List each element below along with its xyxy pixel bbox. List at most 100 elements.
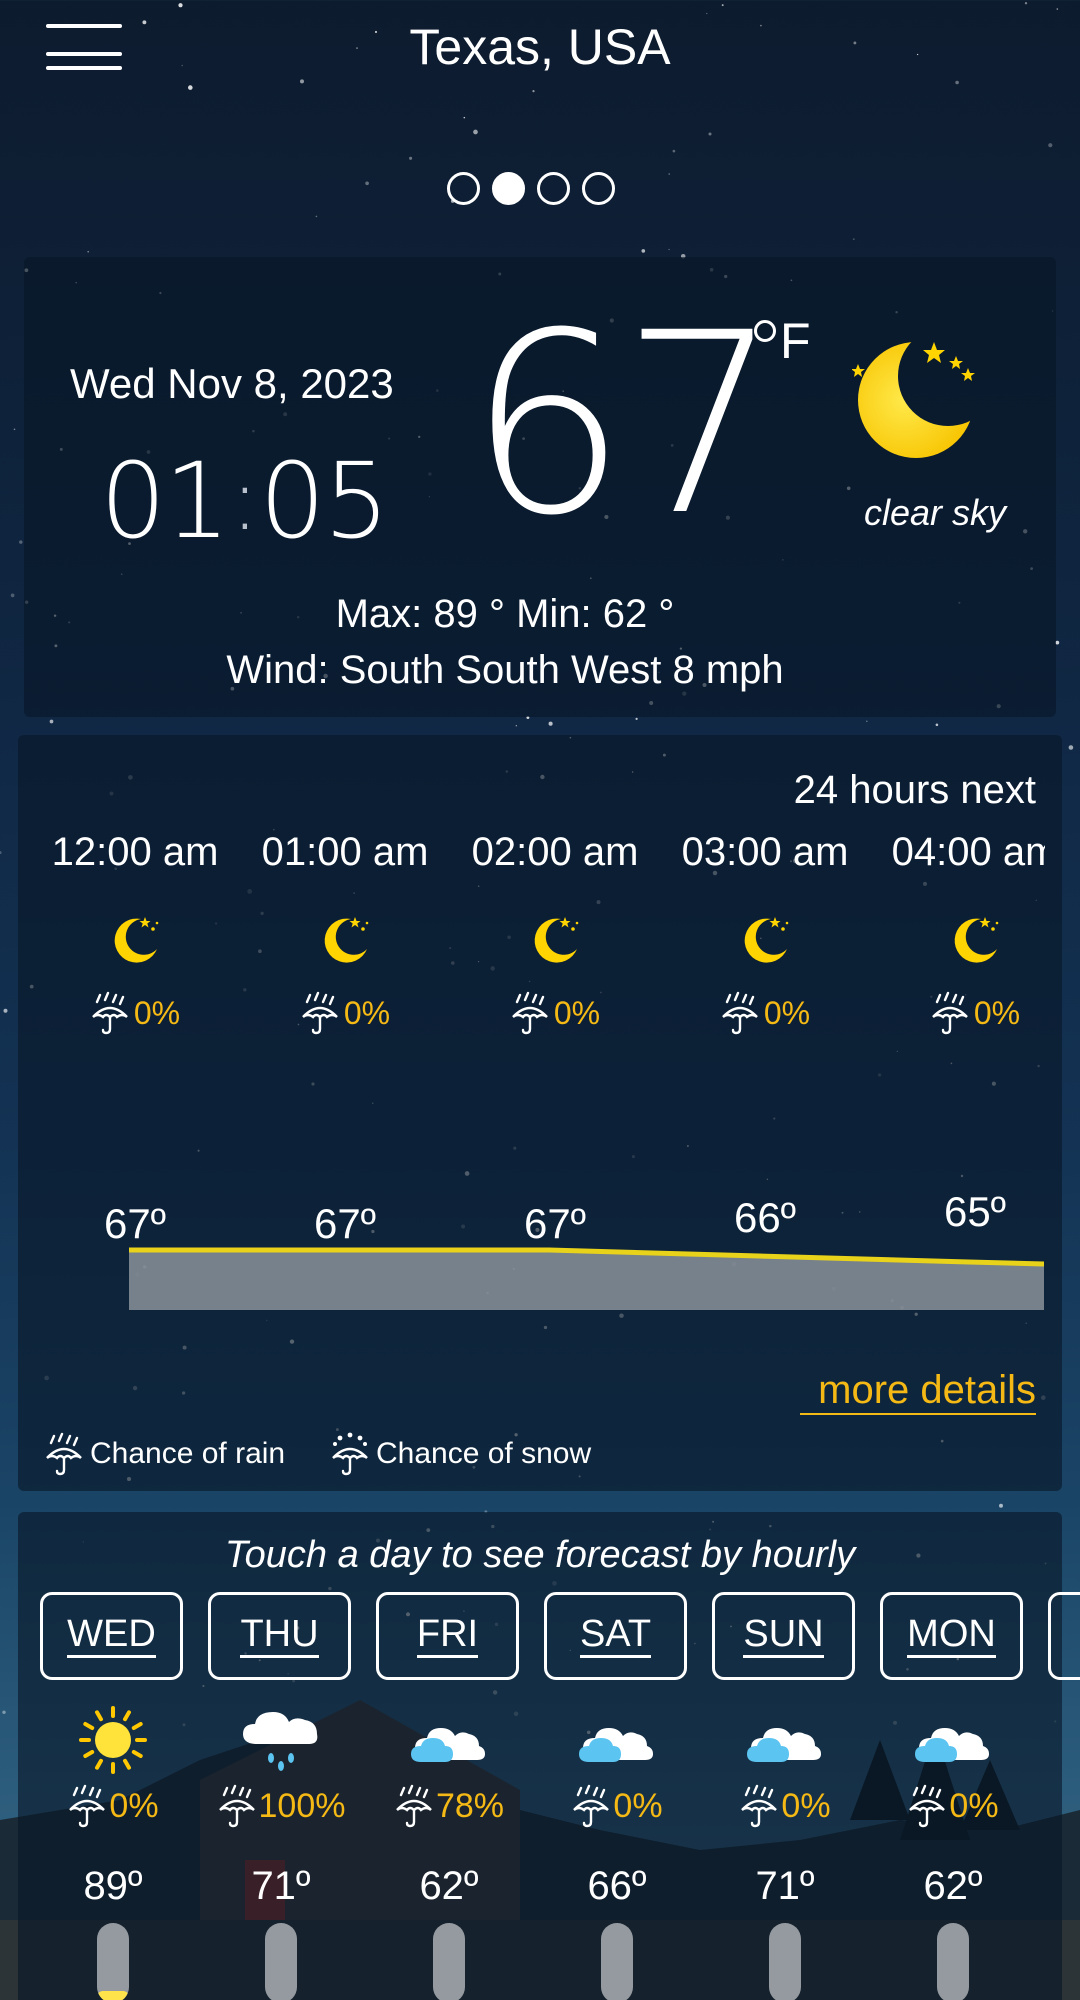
star (178, 3, 183, 8)
crescent-moon-stars-icon (852, 342, 975, 458)
day-item-sun[interactable]: SUN 0% 71º (712, 1592, 858, 2000)
rain-cloud-icon (243, 1712, 318, 1771)
star (1024, 2, 1028, 5)
day-button[interactable]: MON (880, 1592, 1023, 1680)
hourly-item[interactable]: 01:00 am 0% 67º (240, 830, 450, 1247)
hour-time: 04:00 am (891, 830, 1045, 874)
temperature-unit: F (780, 313, 811, 369)
hour-icon-wrap (315, 909, 375, 969)
day-item-thu[interactable]: THU 100% 71º (208, 1592, 354, 2000)
star (1068, 745, 1074, 750)
page-indicator (447, 172, 615, 206)
star (935, 723, 939, 727)
hour-rain-value: 0% (763, 994, 811, 1031)
page-dot-1[interactable] (447, 172, 480, 205)
day-rain-chance: 0% (40, 1784, 186, 1828)
cloud-icon (411, 1728, 485, 1762)
star (641, 249, 646, 253)
day-button[interactable]: THU (208, 1592, 351, 1680)
hourly-item[interactable]: 12:00 am 0% 67º (30, 830, 240, 1247)
star (668, 248, 670, 251)
menu-line (46, 24, 122, 28)
page-dot-3[interactable] (537, 172, 570, 205)
day-item-fri[interactable]: FRI 78% 62º (376, 1592, 522, 2000)
moon-icon (114, 917, 159, 963)
star (1056, 8, 1059, 10)
hourly-item[interactable]: 03:00 am 0% 66º (660, 830, 870, 1241)
daily-scroll[interactable]: WED 0% 89º THU 100% 71º FRI 78% 62º SAT … (40, 1592, 1080, 2000)
current-date: Wed Nov 8, 2023 (70, 360, 394, 407)
day-label: WED (67, 1613, 156, 1659)
star (672, 149, 676, 153)
umbrella-rain-icon (909, 1784, 946, 1828)
day-item-mon[interactable]: MON 0% 62º (880, 1592, 1026, 2000)
page-dot-2[interactable] (492, 172, 525, 205)
star (668, 173, 670, 175)
hourly-title: 24 hours next (793, 768, 1036, 812)
day-temperature: 62º (419, 1864, 479, 1908)
page-dot-4[interactable] (582, 172, 615, 205)
star (19, 540, 23, 544)
day-temperature: 71º (251, 1864, 311, 1908)
umbrella-rain-icon (218, 1784, 255, 1828)
day-button[interactable]: WED (40, 1592, 183, 1680)
hour-rain-chance: 0% (660, 991, 870, 1035)
cloud-icon (579, 1728, 653, 1762)
weather-condition: clear sky (863, 492, 1007, 533)
hourly-scroll[interactable]: 12:00 am 0% 67º 01:00 am 0% 67º 02:00 am (30, 830, 1045, 1250)
day-item-wed[interactable]: WED 0% 89º (40, 1592, 186, 2000)
day-button[interactable]: SUN (712, 1592, 855, 1680)
hour-rain-value: 0% (133, 994, 181, 1031)
day-label: SAT (579, 1613, 652, 1659)
star (10, 593, 15, 598)
umbrella-rain-icon (512, 991, 548, 1035)
hourly-item[interactable]: 02:00 am 0% 67º (450, 830, 660, 1247)
degree-symbol (754, 320, 776, 342)
wind-info: Wind: South South West 8 mph (226, 648, 784, 692)
star (315, 215, 318, 218)
day-rain-chance: 0% (880, 1784, 1026, 1828)
day-temp-bar (433, 1923, 465, 2000)
hour-icon-wrap (945, 909, 1005, 969)
day-temperature: 89º (83, 1864, 143, 1908)
star (87, 250, 90, 253)
star (188, 85, 193, 90)
day-label: SUN (743, 1613, 824, 1659)
hour-rain-value: 0% (553, 994, 601, 1031)
day-temp-bar (937, 1923, 969, 2000)
day-item-next[interactable] (1048, 1592, 1080, 1680)
day-rain-value: 78% (435, 1786, 505, 1825)
star (999, 1503, 1003, 1508)
hour-rain-chance: 0% (450, 991, 660, 1035)
clock-minute: 05 (259, 440, 389, 562)
menu-button[interactable] (46, 22, 122, 78)
hour-time: 12:00 am (51, 830, 219, 874)
day-item-sat[interactable]: SAT 0% 66º (544, 1592, 690, 2000)
day-button[interactable] (1048, 1592, 1080, 1680)
day-temp-bar (97, 1923, 129, 2000)
day-rain-chance: 0% (712, 1784, 858, 1828)
moon-icon (954, 917, 999, 963)
hour-temperature: 65º (943, 1188, 1007, 1235)
umbrella-snow-icon (332, 1432, 368, 1476)
day-button[interactable]: SAT (544, 1592, 687, 1680)
day-rain-chance: 0% (544, 1784, 690, 1828)
day-button[interactable]: FRI (376, 1592, 519, 1680)
moon-icon (744, 917, 789, 963)
menu-line (46, 66, 122, 70)
day-rain-chance: 100% (208, 1784, 354, 1828)
clock-separator: : (230, 450, 259, 550)
sun-icon (79, 1706, 147, 1774)
star (49, 719, 54, 724)
umbrella-rain-icon (396, 1784, 432, 1828)
hourly-item[interactable]: 04:00 am 0% 65º (870, 830, 1045, 1235)
star (1048, 143, 1053, 148)
more-details-link[interactable]: more details (800, 1368, 1036, 1415)
star (866, 720, 868, 722)
hour-icon-wrap (525, 909, 585, 969)
location-title[interactable]: Texas, USA (300, 18, 780, 76)
umbrella-rain-icon (932, 991, 968, 1035)
hourly-temperature-chart (129, 1247, 1044, 1310)
moon-icon (324, 917, 369, 963)
star (365, 181, 369, 186)
